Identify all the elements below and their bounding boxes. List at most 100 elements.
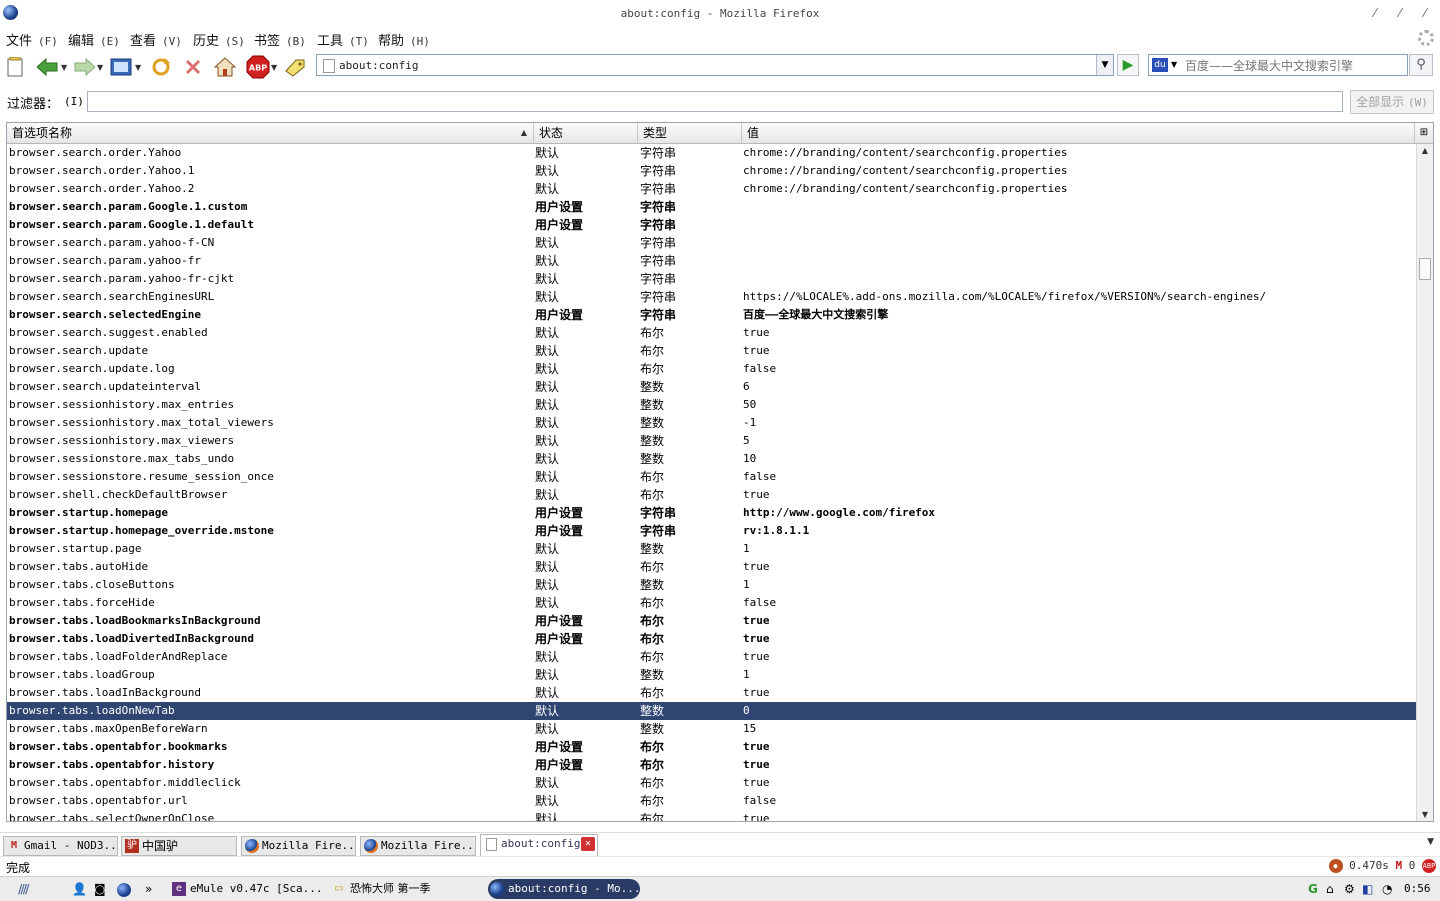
column-header-value[interactable]: 值 [742,123,1415,143]
task-firefox[interactable]: about:config - Mo... [488,879,640,899]
menu-tools[interactable]: 工具 (T) [317,30,369,49]
pref-row[interactable]: browser.search.selectedEngine 用户设置 字符串 百度——… [7,306,1417,324]
menu-file[interactable]: 文件 (F) [6,30,58,49]
preferences-tree[interactable]: 首选项名称 ▲ 状态 类型 值 ⊞ browser.search.order.Ya… [6,122,1434,822]
tab-close-icon[interactable]: ✕ [581,837,595,851]
pref-row[interactable]: browser.search.update 默认 布尔 true [7,342,1417,360]
menu-bookmarks[interactable]: 书签 (B) [254,30,306,49]
new-page-icon[interactable] [4,55,28,79]
pref-row[interactable]: browser.sessionhistory.max_viewers 默认 整数 5 [7,432,1417,450]
pref-row[interactable]: browser.search.order.Yahoo.1 默认 字符串 chrome:… [7,162,1417,180]
firebug-icon[interactable]: ● [1328,859,1343,873]
quicklaunch-more-icon[interactable]: » [145,880,152,898]
home-icon[interactable] [213,55,237,79]
pref-row[interactable]: browser.search.param.yahoo-fr 默认 字符串 [7,252,1417,270]
minimize-icon[interactable]: ⁄ [1368,7,1382,19]
baidu-engine-icon[interactable]: du [1152,58,1168,72]
quicklaunch-app-icon[interactable]: ◙ [94,880,106,898]
tab-mozilla-firefox-2[interactable]: Mozilla Fire... [360,836,476,856]
pref-row[interactable]: browser.sessionhistory.max_entries 默认 整数 50 [7,396,1417,414]
go-button[interactable]: ▶ [1117,54,1139,76]
pref-row[interactable]: browser.tabs.loadBookmarksInBackground 用户… [7,612,1417,630]
bookmark-tag-icon[interactable] [283,55,307,79]
gmail-notifier-icon[interactable]: M [1396,859,1403,872]
adblock-status-icon[interactable]: ABP [1422,859,1436,873]
back-dropdown-icon[interactable]: ▼ [61,63,67,72]
pref-row[interactable]: browser.tabs.forceHide 默认 布尔 false [7,594,1417,612]
tray-volume-icon[interactable]: ◔ [1382,880,1392,898]
maximize-icon[interactable]: ⁄ [1393,7,1407,19]
scroll-thumb[interactable] [1419,258,1431,280]
url-bar[interactable]: about:config ▼ [316,54,1114,76]
pref-row[interactable]: browser.search.updateinterval 默认 整数 6 [7,378,1417,396]
column-header-name[interactable]: 首选项名称 ▲ [7,123,534,143]
pref-row[interactable]: browser.sessionstore.resume_session_once… [7,468,1417,486]
menu-edit[interactable]: 编辑 (E) [68,30,120,49]
menu-help[interactable]: 帮助 (H) [378,30,430,49]
tab-gmail[interactable]: M Gmail - NOD3... [3,836,118,856]
tab-zhongguolv[interactable]: 驴 中国驴 [121,836,237,856]
pref-row[interactable]: browser.tabs.opentabfor.middleclick 默认 布尔 t… [7,774,1417,792]
pref-row[interactable]: browser.startup.page 默认 整数 1 [7,540,1417,558]
tab-list-dropdown-icon[interactable]: ▼ [1427,837,1434,847]
menu-history[interactable]: 历史 (S) [193,30,245,49]
pref-row[interactable]: browser.tabs.opentabfor.bookmarks 用户设置 布尔 t… [7,738,1417,756]
pref-row[interactable]: browser.search.param.Google.1.default 用户设… [7,216,1417,234]
pref-row[interactable]: browser.sessionhistory.max_total_viewers… [7,414,1417,432]
tray-app-icon[interactable]: ◧ [1362,880,1373,898]
search-bar[interactable]: du ▼ [1148,54,1409,76]
adblock-dropdown-icon[interactable]: ▼ [271,63,277,72]
tray-tool-icon[interactable]: ⚙ [1344,880,1355,898]
column-header-status[interactable]: 状态 [534,123,638,143]
screenshot-icon[interactable] [109,55,133,79]
pref-row[interactable]: browser.tabs.opentabfor.url 默认 布尔 false [7,792,1417,810]
forward-dropdown-icon[interactable]: ▼ [97,63,103,72]
pref-row[interactable]: browser.search.searchEnginesURL 默认 字符串 http… [7,288,1417,306]
pref-row[interactable]: browser.startup.homepage_override.mstone… [7,522,1417,540]
search-input[interactable] [1183,56,1409,76]
filter-input[interactable] [87,91,1343,112]
reload-icon[interactable] [149,55,173,79]
pref-row[interactable]: browser.search.param.yahoo-f-CN 默认 字符串 [7,234,1417,252]
pref-row[interactable]: browser.tabs.loadInBackground 默认 布尔 true [7,684,1417,702]
pref-row[interactable]: browser.tabs.closeButtons 默认 整数 1 [7,576,1417,594]
start-button[interactable]: //// [18,880,29,898]
task-emule[interactable]: e eMule v0.47c [Sca... [170,879,322,899]
tray-green-icon[interactable]: G [1308,880,1318,898]
url-text[interactable]: about:config [339,59,418,72]
pref-row[interactable]: browser.startup.homepage 用户设置 字符串 http://ww… [7,504,1417,522]
url-history-dropdown-icon[interactable]: ▼ [1096,55,1113,75]
column-header-type[interactable]: 类型 [638,123,742,143]
pref-row[interactable]: browser.search.param.Google.1.custom 用户设置… [7,198,1417,216]
pref-row[interactable]: browser.tabs.loadGroup 默认 整数 1 [7,666,1417,684]
menu-view[interactable]: 查看 (V) [130,30,182,49]
screenshot-dropdown-icon[interactable]: ▼ [135,63,141,72]
pref-row[interactable]: browser.tabs.selectOwnerOnClose 默认 布尔 true [7,810,1417,821]
pref-row[interactable]: browser.search.suggest.enabled 默认 布尔 true [7,324,1417,342]
stop-icon[interactable] [181,55,205,79]
task-folder[interactable]: ▭ 恐怖大师 第一季 [330,879,480,899]
pref-row[interactable]: browser.search.order.Yahoo 默认 字符串 chrome://… [7,144,1417,162]
column-picker-icon[interactable]: ⊞ [1414,123,1433,143]
pref-row[interactable]: browser.search.order.Yahoo.2 默认 字符串 chrome:… [7,180,1417,198]
pref-row[interactable]: browser.search.update.log 默认 布尔 false [7,360,1417,378]
scroll-down-icon[interactable]: ▼ [1417,808,1433,821]
engine-dropdown-icon[interactable]: ▼ [1171,60,1177,69]
quicklaunch-firefox-icon[interactable] [117,880,131,898]
pref-row[interactable]: browser.shell.checkDefaultBrowser 默认 布尔 tru… [7,486,1417,504]
quicklaunch-user-icon[interactable]: 👤 [72,880,87,898]
pref-row[interactable]: browser.tabs.maxOpenBeforeWarn 默认 整数 15 [7,720,1417,738]
forward-icon[interactable] [72,55,96,79]
vertical-scrollbar[interactable]: ▲ ▼ [1416,144,1433,821]
pref-row[interactable]: browser.tabs.loadDivertedInBackground 用户设… [7,630,1417,648]
pref-row[interactable]: browser.search.param.yahoo-fr-cjkt 默认 字符串 [7,270,1417,288]
tab-mozilla-firefox-1[interactable]: Mozilla Fire... [241,836,356,856]
close-icon[interactable]: ⁄ [1418,7,1432,19]
pref-row[interactable]: browser.tabs.autoHide 默认 布尔 true [7,558,1417,576]
search-button[interactable]: ⚲ [1409,54,1433,76]
pref-row[interactable]: browser.tabs.loadOnNewTab 默认 整数 0 [7,702,1417,720]
pref-row[interactable]: browser.tabs.opentabfor.history 用户设置 布尔 tru… [7,756,1417,774]
pref-row[interactable]: browser.tabs.loadFolderAndReplace 默认 布尔 tru… [7,648,1417,666]
scroll-up-icon[interactable]: ▲ [1417,144,1433,158]
tray-network-icon[interactable]: ⌂ [1326,880,1334,898]
